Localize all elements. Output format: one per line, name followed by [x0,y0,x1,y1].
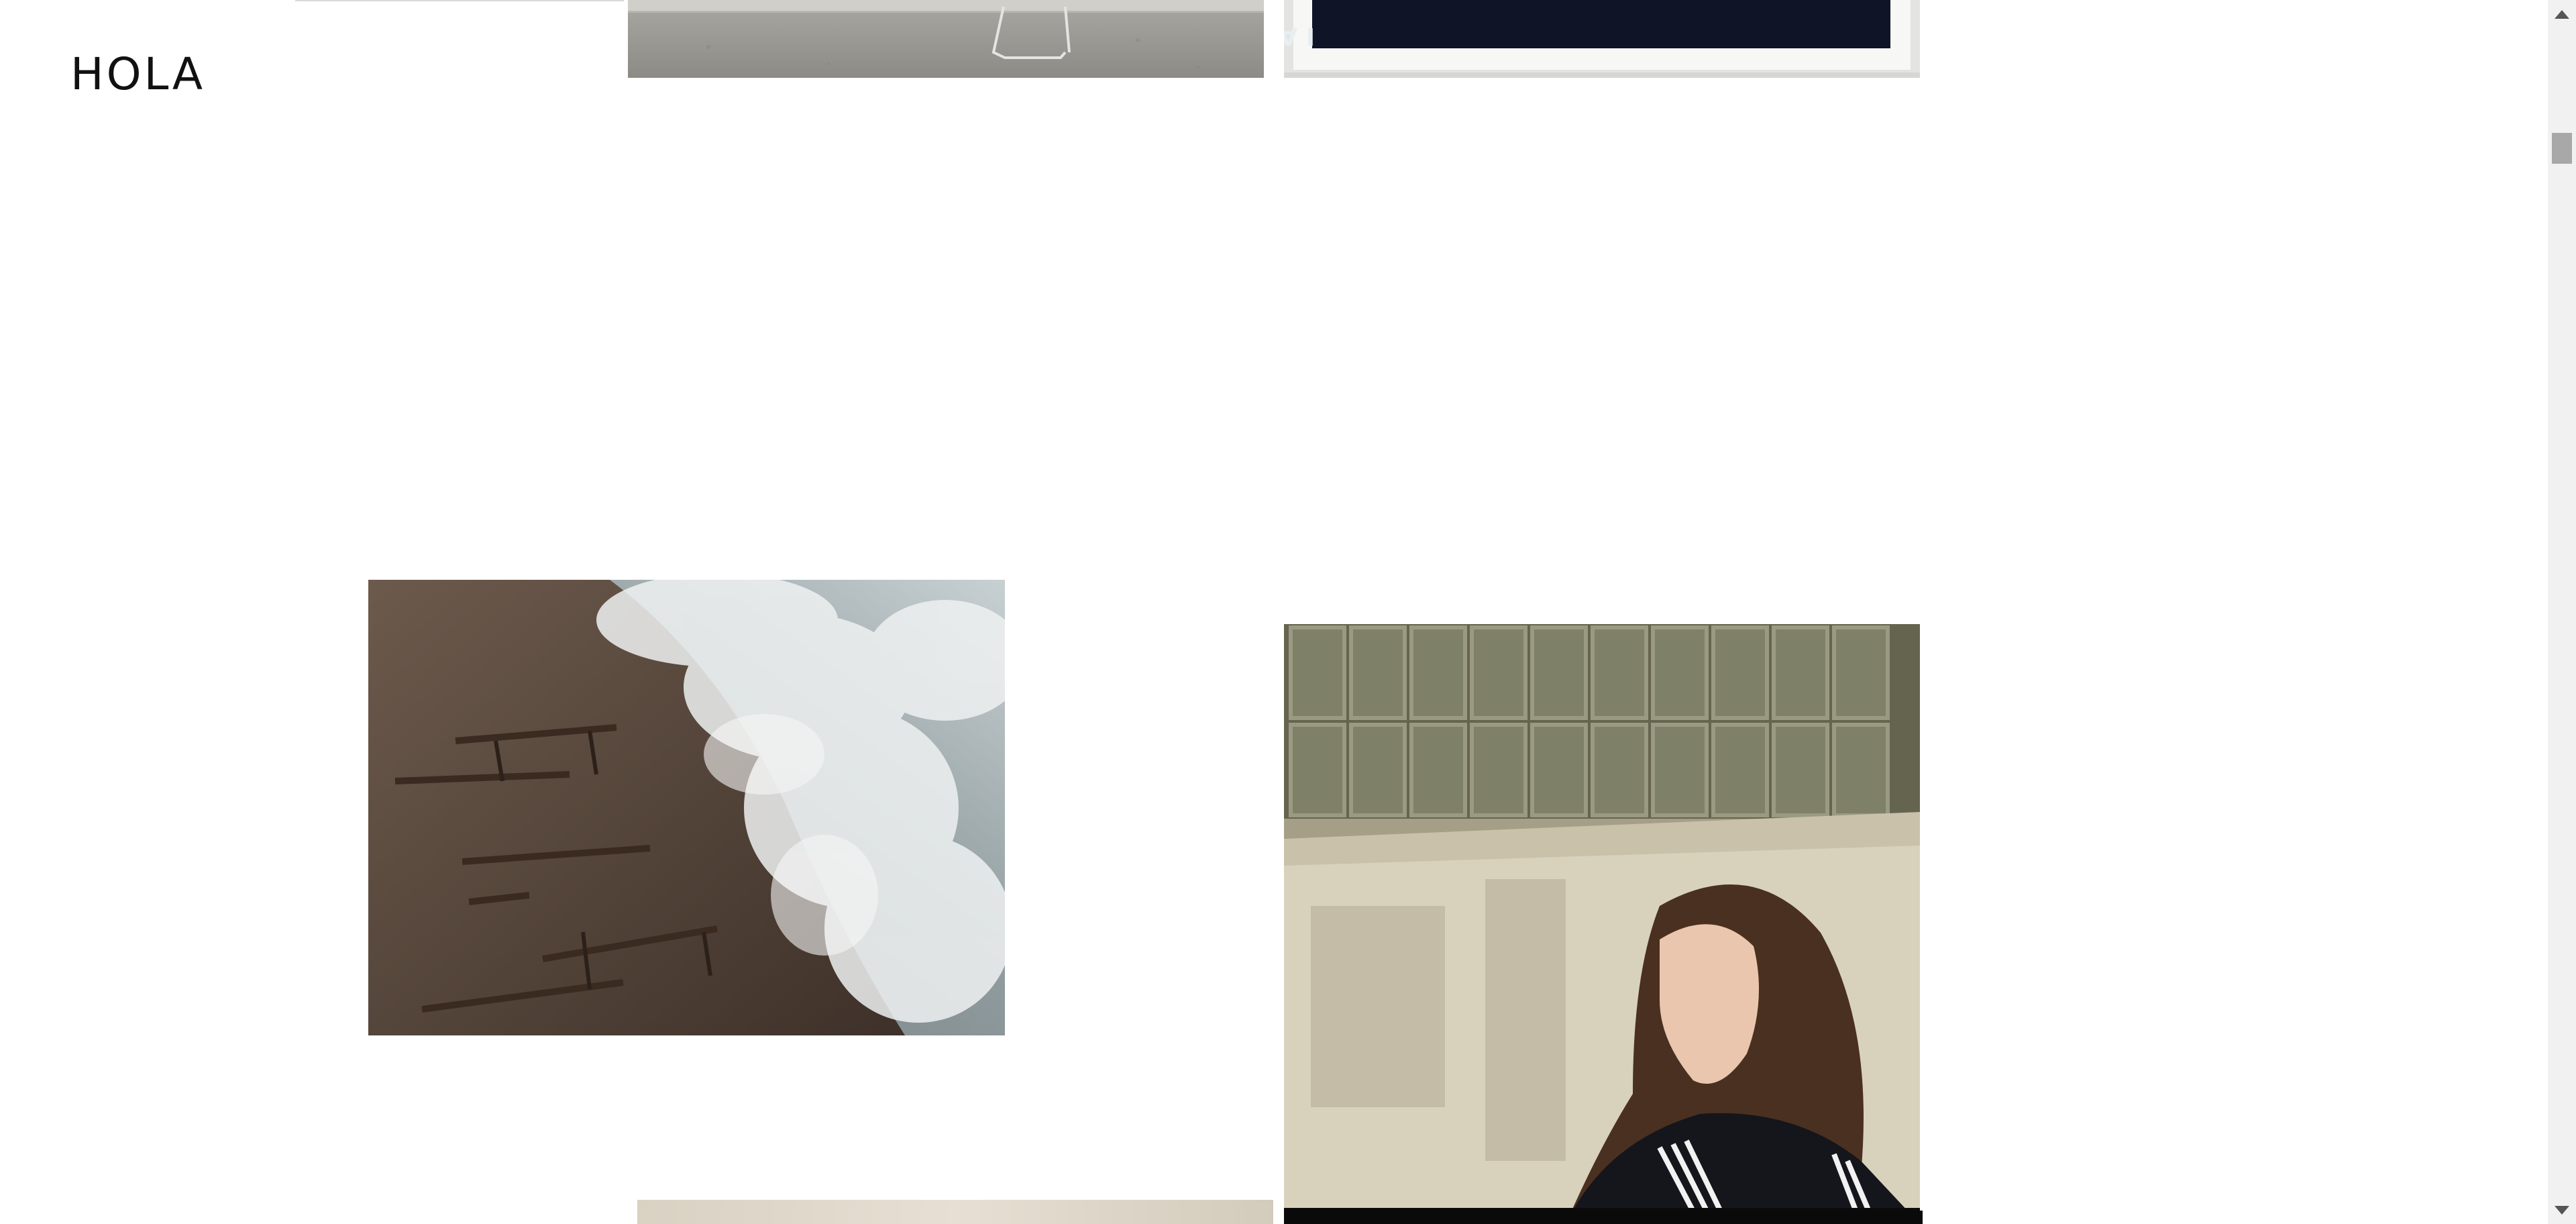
bottom-left-photo [637,1200,1273,1224]
triangle-down-icon[interactable] [2548,1196,2576,1224]
vertical-scrollbar[interactable] [2548,0,2576,1224]
scrollbar-thumb[interactable] [2552,133,2572,164]
artwork-text: I AM & I WILL BE & I AM BEING NOW & TODA… [1284,22,1315,50]
chair-gallery-photo [628,0,1264,78]
portrait-girl-photo [1284,624,1920,1224]
divider-line [295,0,624,1]
bottom-right-photo [1287,1211,1923,1224]
triangle-up-icon[interactable] [2548,0,2576,28]
gallery-image-text-artwork[interactable]: I AM & I WILL BE & I AM BEING NOW & TODA… [1284,0,1920,78]
gallery-image-bottom-left[interactable] [637,1200,1273,1224]
gallery-image-portrait-girl[interactable] [1284,624,1920,1224]
gallery-image-chair-gallery[interactable] [628,0,1264,78]
gallery-image-waves-pier[interactable] [368,580,1005,1035]
page: HOLA I [0,0,2548,1224]
waves-pier-photo [368,580,1005,1035]
site-logo[interactable]: HOLA [70,52,205,97]
text-artwork-photo: I AM & I WILL BE & I AM BEING NOW & TODA… [1284,0,1920,78]
gallery-image-bottom-right[interactable] [1287,1211,1923,1224]
